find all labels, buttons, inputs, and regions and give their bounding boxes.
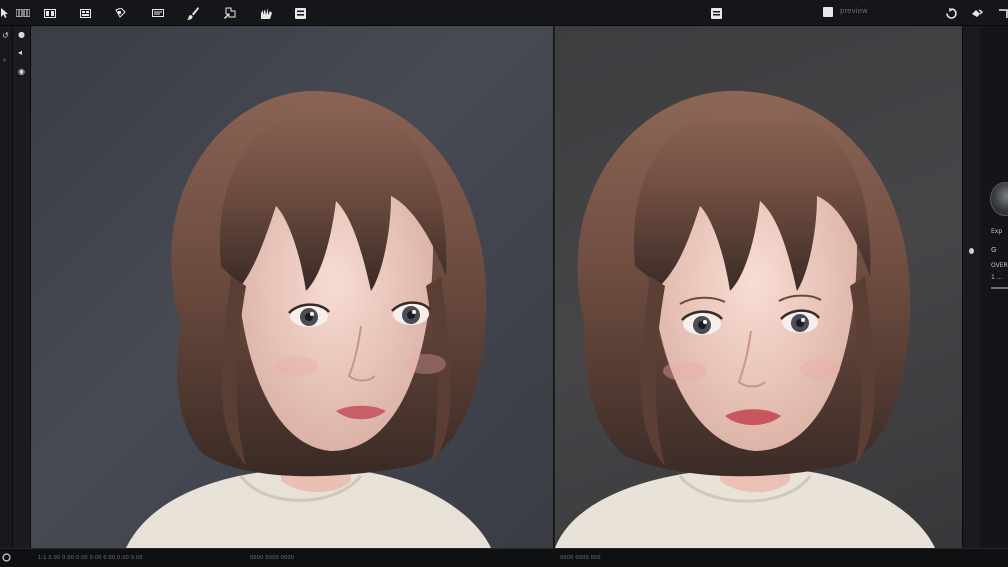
edited-view[interactable] xyxy=(554,26,962,548)
original-view[interactable] xyxy=(31,26,553,548)
portrait-right xyxy=(555,90,935,548)
expand-icon[interactable] xyxy=(997,6,1008,20)
top-toolbar: preview xyxy=(0,0,1008,26)
arrow-icon[interactable]: ↺ xyxy=(2,32,9,40)
cursor-icon[interactable] xyxy=(0,6,8,20)
right-splitter[interactable] xyxy=(962,26,980,548)
pin-icon[interactable]: ◦ xyxy=(2,57,7,65)
sidebar-label-1: Exp xyxy=(991,228,1003,235)
hand-icon[interactable] xyxy=(260,6,273,20)
swatch-icon[interactable] xyxy=(114,6,126,20)
frames-view-button[interactable] xyxy=(43,6,57,20)
preview-label: preview xyxy=(840,7,868,15)
grid-view-button[interactable] xyxy=(16,6,30,20)
redo-icon[interactable] xyxy=(971,6,983,20)
sidebar-label-3: OVER xyxy=(991,262,1008,269)
document-icon[interactable] xyxy=(711,6,722,20)
layers-view-button[interactable] xyxy=(79,6,91,20)
splitter-handle-icon[interactable] xyxy=(969,248,974,254)
portrait-left xyxy=(126,90,491,548)
transform-icon[interactable] xyxy=(224,6,237,20)
status-mid: 0000 0000 0000 xyxy=(250,555,295,561)
status-left: 1:1 0.00 0.00 0.00 0.00 0.00 0.00 0.00 xyxy=(38,555,143,561)
undo-icon[interactable] xyxy=(945,6,957,20)
status-right: 0000 0000 000 xyxy=(560,555,601,561)
sidebar-label-2[interactable]: G xyxy=(991,246,996,254)
sidebar-slider[interactable] xyxy=(991,287,1008,289)
window-view-button[interactable] xyxy=(152,6,164,20)
panel-icon[interactable] xyxy=(294,6,306,20)
sidebar-label-4: 1 ... xyxy=(991,274,1003,281)
left-rail-inner: ● ◂ ◉ xyxy=(13,26,31,548)
dot-icon[interactable]: ◂ xyxy=(18,49,22,57)
gear-icon[interactable]: ● xyxy=(18,31,25,39)
status-icon[interactable] xyxy=(2,553,11,562)
status-bar: 1:1 0.00 0.00 0.00 0.00 0.00 0.00 0.00 0… xyxy=(0,548,1008,567)
preview-checkbox[interactable] xyxy=(823,7,833,17)
left-rail-outer: ↺ ◦ xyxy=(0,26,13,548)
brush-icon[interactable] xyxy=(187,6,199,20)
circle-icon[interactable]: ◉ xyxy=(18,68,25,76)
